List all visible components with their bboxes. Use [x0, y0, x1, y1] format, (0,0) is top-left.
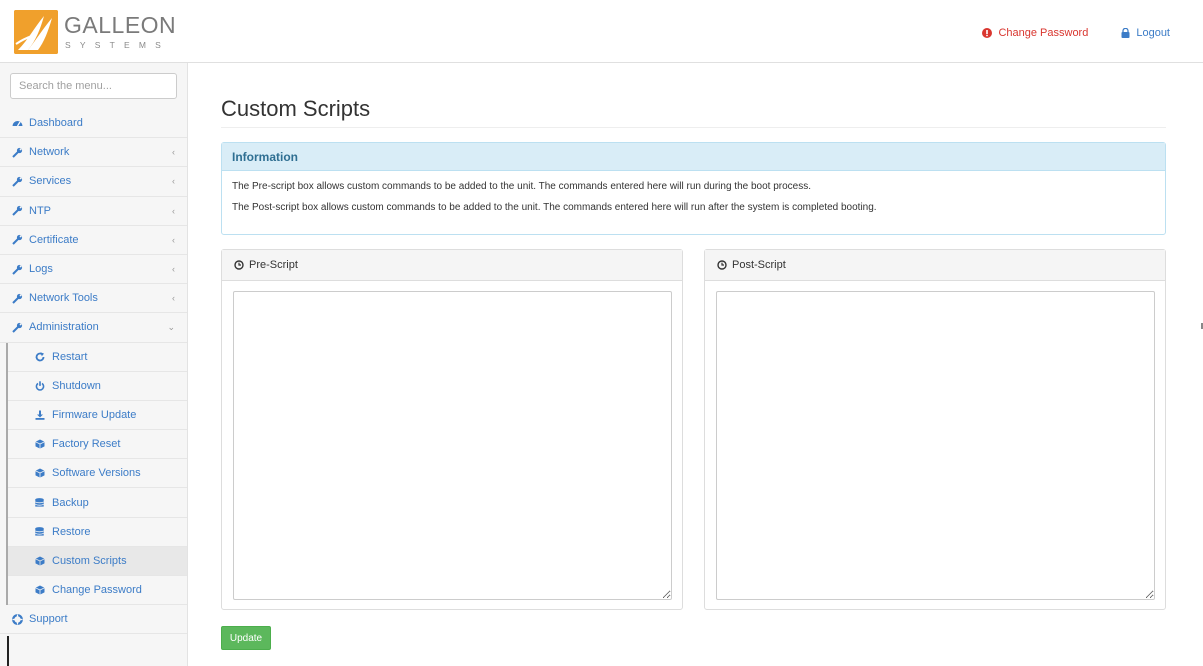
power-icon: [35, 381, 49, 391]
cube-icon: [35, 468, 49, 478]
sidebar-item-factory-reset[interactable]: Factory Reset: [8, 430, 187, 460]
exclamation-circle-icon: [982, 28, 993, 38]
window-edge-marker: [7, 636, 9, 666]
dashboard-icon: [12, 118, 26, 128]
sidebar-item-label: Dashboard: [29, 117, 83, 130]
sidebar-item-label: Administration: [29, 321, 99, 334]
sidebar-item-label: Restart: [52, 350, 88, 363]
sidebar-item-label: Restore: [52, 525, 91, 538]
sidebar-item-label: Software Versions: [52, 467, 141, 480]
clock-icon: [234, 260, 244, 270]
page-title: Custom Scripts: [221, 96, 371, 121]
update-button[interactable]: Update: [221, 626, 271, 650]
sidebar-item-change-password[interactable]: Change Password: [8, 576, 187, 606]
sidebar-item-network-tools[interactable]: Network Tools ‹: [0, 284, 187, 314]
sidebar-item-dashboard[interactable]: Dashboard: [0, 109, 187, 139]
main-content: Custom Scripts Information The Pre-scrip…: [188, 63, 1203, 666]
brand-name: GALLEON: [64, 11, 177, 38]
sidebar-item-label: Firmware Update: [52, 408, 137, 421]
top-header: GALLEON SYSTEMS Change Password Logout: [0, 0, 1203, 63]
sidebar: Dashboard Network ‹ Services ‹ NTP ‹ Cer…: [0, 63, 188, 666]
post-script-heading: Post-Script: [732, 259, 786, 271]
wrench-icon: [12, 176, 26, 187]
sidebar-item-label: NTP: [29, 204, 51, 217]
post-script-textarea[interactable]: [716, 291, 1155, 600]
cube-icon: [35, 439, 49, 449]
sidebar-menu: Dashboard Network ‹ Services ‹ NTP ‹ Cer…: [0, 109, 187, 635]
chevron-left-icon: ‹: [172, 263, 175, 274]
logout-link[interactable]: Logout: [1121, 27, 1170, 39]
sidebar-item-support[interactable]: Support: [0, 605, 187, 635]
clock-icon: [717, 260, 727, 270]
lifebuoy-icon: [12, 613, 26, 625]
sidebar-item-network[interactable]: Network ‹: [0, 138, 187, 168]
wrench-icon: [12, 293, 26, 304]
chevron-left-icon: ‹: [172, 205, 175, 216]
wrench-icon: [12, 234, 26, 246]
change-password-link[interactable]: Change Password: [982, 27, 1088, 39]
sidebar-item-backup[interactable]: Backup: [8, 488, 187, 518]
sidebar-item-logs[interactable]: Logs ‹: [0, 255, 187, 285]
information-heading: Information: [222, 143, 1165, 171]
cube-icon: [35, 556, 49, 566]
database-icon: [35, 526, 49, 537]
logout-label: Logout: [1136, 27, 1170, 39]
cube-icon: [35, 585, 49, 595]
header-links: Change Password Logout: [982, 27, 1170, 39]
sidebar-item-administration[interactable]: Administration ⌄: [0, 313, 187, 343]
pre-script-panel: Pre-Script: [221, 249, 683, 610]
chevron-left-icon: ‹: [172, 234, 175, 245]
refresh-icon: [35, 351, 49, 362]
administration-submenu: Restart Shutdown Firmware Update Factory…: [6, 342, 187, 606]
database-icon: [35, 497, 49, 508]
pre-script-heading: Pre-Script: [249, 259, 298, 271]
menu-search-input[interactable]: [10, 73, 177, 99]
sidebar-item-restart[interactable]: Restart: [8, 342, 187, 372]
sidebar-item-label: Network: [29, 146, 70, 159]
sidebar-item-label: Factory Reset: [52, 438, 121, 451]
information-panel: Information The Pre-script box allows cu…: [221, 142, 1166, 235]
galleon-logo-mark-icon: [14, 10, 58, 54]
wrench-icon: [12, 147, 26, 158]
sidebar-item-software-versions[interactable]: Software Versions: [8, 459, 187, 489]
wrench-icon: [12, 322, 26, 333]
chevron-down-icon: ⌄: [167, 322, 175, 333]
sidebar-item-shutdown[interactable]: Shutdown: [8, 371, 187, 401]
sidebar-item-label: Backup: [52, 496, 89, 509]
galleon-logo[interactable]: GALLEON SYSTEMS: [14, 10, 176, 54]
sidebar-item-custom-scripts[interactable]: Custom Scripts: [8, 546, 187, 576]
sidebar-item-restore[interactable]: Restore: [8, 517, 187, 547]
sidebar-item-label: Services: [29, 175, 72, 188]
wrench-icon: [12, 264, 26, 275]
change-password-label: Change Password: [998, 27, 1089, 39]
sidebar-item-label: Network Tools: [29, 292, 98, 305]
sidebar-item-services[interactable]: Services ‹: [0, 167, 187, 197]
lock-icon: [1121, 28, 1130, 38]
sidebar-item-label: Certificate: [29, 233, 79, 246]
sidebar-item-label: Custom Scripts: [52, 554, 127, 567]
download-icon: [35, 410, 49, 420]
sidebar-item-label: Shutdown: [52, 379, 101, 392]
post-script-panel: Post-Script: [704, 249, 1166, 610]
sidebar-item-label: Support: [29, 613, 68, 626]
sidebar-item-label: Change Password: [52, 584, 142, 597]
sidebar-item-firmware-update[interactable]: Firmware Update: [8, 400, 187, 431]
chevron-left-icon: ‹: [172, 293, 175, 304]
sidebar-item-ntp[interactable]: NTP ‹: [0, 197, 187, 226]
brand-sub: SYSTEMS: [65, 39, 171, 50]
info-post-script-text: The Post-script box allows custom comman…: [232, 202, 877, 213]
info-pre-script-text: The Pre-script box allows custom command…: [232, 181, 812, 192]
pre-script-textarea[interactable]: [233, 291, 672, 600]
sidebar-item-certificate[interactable]: Certificate ‹: [0, 226, 187, 255]
wrench-icon: [12, 205, 26, 216]
chevron-left-icon: ‹: [172, 147, 175, 158]
title-divider: [221, 127, 1166, 128]
sidebar-item-label: Logs: [29, 263, 53, 276]
chevron-left-icon: ‹: [172, 176, 175, 187]
